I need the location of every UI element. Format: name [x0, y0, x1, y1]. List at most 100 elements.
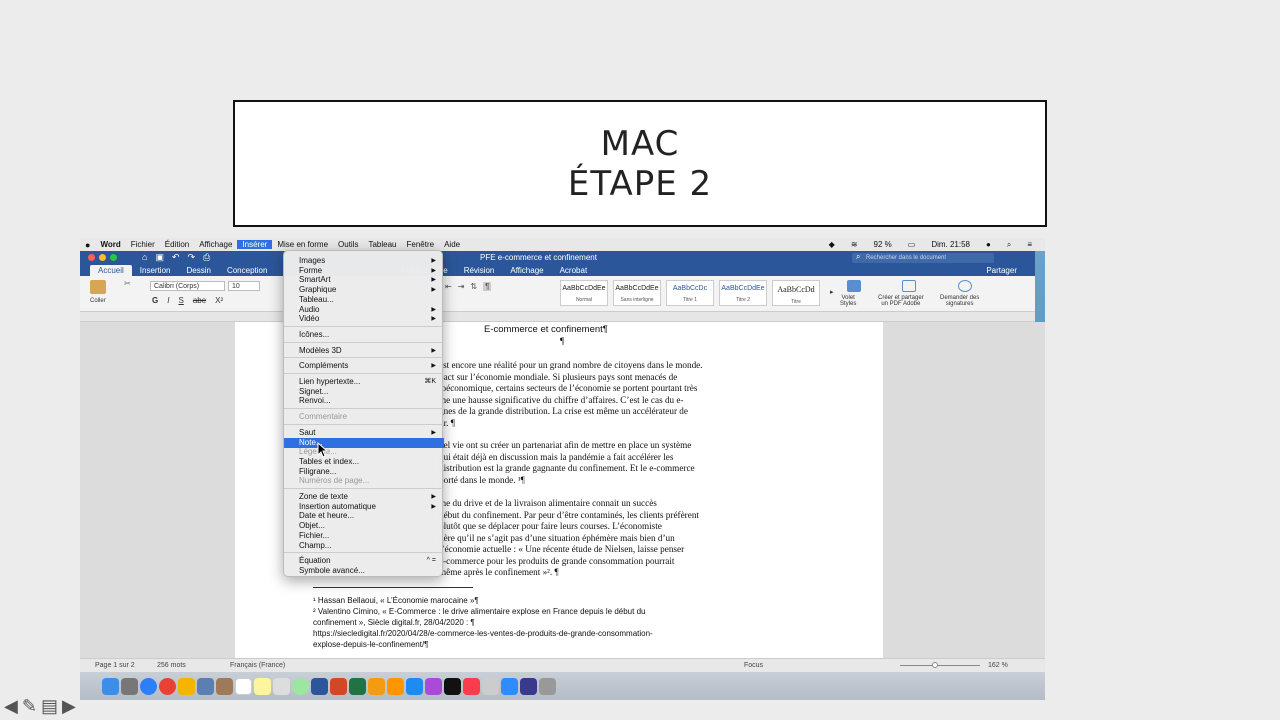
- home-icon[interactable]: ⌂: [142, 252, 147, 263]
- word-count[interactable]: 256 mots: [157, 662, 186, 669]
- mail-icon[interactable]: [197, 677, 214, 695]
- app-icon[interactable]: [520, 677, 537, 695]
- focus-button[interactable]: Focus: [744, 662, 763, 669]
- minimize-window-icon[interactable]: [99, 254, 106, 261]
- adobe-pdf-button[interactable]: Créer et partager un PDF Adobe: [878, 295, 924, 307]
- styles-more-chevron-icon[interactable]: ▸: [830, 288, 834, 296]
- pen-icon[interactable]: ✎: [22, 696, 37, 717]
- menu-item-forme[interactable]: Forme ▶: [284, 266, 444, 276]
- menu-item-fichier[interactable]: Fichier...: [284, 531, 444, 541]
- books-icon[interactable]: [387, 677, 404, 695]
- subscript-icon[interactable]: X²: [215, 296, 223, 305]
- tab-acrobat[interactable]: Acrobat: [552, 265, 596, 276]
- menu-item-insertion-automatique[interactable]: Insertion automatique ▶: [284, 502, 444, 512]
- redo-icon[interactable]: ↷: [188, 252, 196, 263]
- menu-item-note[interactable]: Note...: [284, 437, 444, 448]
- menubar-item-affichage[interactable]: Affichage: [194, 240, 237, 249]
- menu-item-date-et-heure[interactable]: Date et heure...: [284, 511, 444, 521]
- apple-icon[interactable]: ●: [80, 240, 95, 250]
- notification-icon[interactable]: ≡: [1022, 240, 1037, 249]
- menu-item-icônes[interactable]: Icônes...: [284, 330, 444, 340]
- indent-increase-icon[interactable]: ⇥: [458, 282, 465, 291]
- horizontal-ruler[interactable]: [80, 312, 1045, 322]
- strikethrough-icon[interactable]: abe: [193, 296, 206, 305]
- search-document-input[interactable]: Rechercher dans le document: [852, 253, 994, 263]
- calendar-icon[interactable]: [235, 677, 252, 695]
- tab-revision[interactable]: Révision: [456, 265, 503, 276]
- zoom-slider-handle[interactable]: [932, 662, 938, 668]
- cut-icon[interactable]: ✂: [124, 279, 131, 288]
- photos-icon[interactable]: [292, 677, 309, 695]
- font-size-select[interactable]: 10: [228, 281, 260, 291]
- app-store-icon[interactable]: [406, 677, 423, 695]
- zoom-level[interactable]: 162 %: [988, 662, 1008, 669]
- menu-item-signet[interactable]: Signet...: [284, 387, 444, 397]
- style-sans-interligne[interactable]: AaBbCcDdEe Sans interligne: [613, 280, 661, 306]
- pilcrow-toggle-icon[interactable]: ¶: [483, 282, 492, 291]
- menu-item-filigrane[interactable]: Filigrane...: [284, 467, 444, 477]
- tv-icon[interactable]: [444, 677, 461, 695]
- menu-item-champ[interactable]: Champ...: [284, 541, 444, 551]
- close-window-icon[interactable]: [88, 254, 95, 261]
- excel-icon[interactable]: [349, 677, 366, 695]
- launchpad-icon[interactable]: [121, 677, 138, 695]
- music-icon[interactable]: [463, 677, 480, 695]
- styles-pane-button[interactable]: Volet Styles: [840, 295, 856, 307]
- tab-accueil[interactable]: Accueil: [90, 265, 132, 276]
- user-icon[interactable]: ●: [981, 240, 996, 249]
- indent-decrease-icon[interactable]: ⇤: [445, 282, 452, 291]
- style-titre-2[interactable]: AaBbCcDdEe Titre 2: [719, 280, 767, 306]
- menu-item-vidéo[interactable]: Vidéo ▶: [284, 314, 444, 324]
- style-titre-1[interactable]: AaBbCcDc Titre 1: [666, 280, 714, 306]
- adobe-pdf-icon[interactable]: [902, 280, 916, 292]
- contacts-icon[interactable]: [216, 677, 233, 695]
- menubar-item-tableau[interactable]: Tableau: [363, 240, 401, 249]
- menu-item-smartart[interactable]: SmartArt ▶: [284, 275, 444, 285]
- wifi-icon[interactable]: ≋: [846, 240, 863, 249]
- menu-item-équation[interactable]: Équation ^ =: [284, 556, 444, 566]
- preferences-icon[interactable]: [482, 677, 499, 695]
- sort-icon[interactable]: ⇅: [470, 282, 477, 291]
- print-icon[interactable]: ⎙: [203, 252, 210, 263]
- paste-label[interactable]: Coller: [90, 298, 106, 304]
- menubar-item-inserer[interactable]: Insérer: [237, 240, 273, 249]
- zoom-icon[interactable]: [501, 677, 518, 695]
- style-normal[interactable]: AaBbCcDdEe Normal: [560, 280, 608, 306]
- menubar-item-aide[interactable]: Aide: [439, 240, 465, 249]
- finder-icon[interactable]: [102, 677, 119, 695]
- language[interactable]: Français (France): [230, 662, 285, 669]
- podcasts-icon[interactable]: [425, 677, 442, 695]
- menu-item-tables-et-index[interactable]: Tables et index...: [284, 457, 444, 467]
- request-signatures-button[interactable]: Demander des signatures: [940, 295, 979, 307]
- signature-icon[interactable]: [958, 280, 972, 292]
- trash-icon[interactable]: [539, 677, 556, 695]
- menu-item-saut[interactable]: Saut ▶: [284, 428, 444, 438]
- tab-insertion[interactable]: Insertion: [132, 265, 179, 276]
- undo-icon[interactable]: ↶: [172, 252, 180, 263]
- share-button[interactable]: Partager: [978, 265, 1025, 276]
- menubar-item-edition[interactable]: Édition: [160, 240, 194, 249]
- tab-affichage[interactable]: Affichage: [502, 265, 551, 276]
- reminders-icon[interactable]: [273, 677, 290, 695]
- menu-item-audio[interactable]: Audio ▶: [284, 305, 444, 315]
- page-count[interactable]: Page 1 sur 2: [95, 662, 135, 669]
- styles-pane-icon[interactable]: [847, 280, 861, 292]
- spotlight-icon[interactable]: ⌕: [1002, 240, 1016, 250]
- zoom-window-icon[interactable]: [110, 254, 117, 261]
- next-arrow-icon[interactable]: ▶: [62, 696, 76, 717]
- notes-icon[interactable]: [254, 677, 271, 695]
- zoom-slider[interactable]: [900, 665, 980, 666]
- battery-icon[interactable]: ▭: [903, 240, 921, 249]
- menubar-item-fichier[interactable]: Fichier: [126, 240, 160, 249]
- powerpoint-icon[interactable]: [330, 677, 347, 695]
- menu-item-objet[interactable]: Objet...: [284, 521, 444, 531]
- menu-item-modèles-3d[interactable]: Modèles 3D ▶: [284, 346, 444, 356]
- menu-item-graphique[interactable]: Graphique ▶: [284, 285, 444, 295]
- menubar-app-name[interactable]: Word: [95, 240, 125, 249]
- menu-item-tableau[interactable]: Tableau...: [284, 295, 444, 305]
- tab-conception[interactable]: Conception: [219, 265, 275, 276]
- menubar-item-outils[interactable]: Outils: [333, 240, 363, 249]
- clock[interactable]: Dim. 21:58: [926, 240, 975, 249]
- bold-icon[interactable]: G: [152, 296, 158, 305]
- slides-menu-icon[interactable]: ▤: [41, 696, 58, 717]
